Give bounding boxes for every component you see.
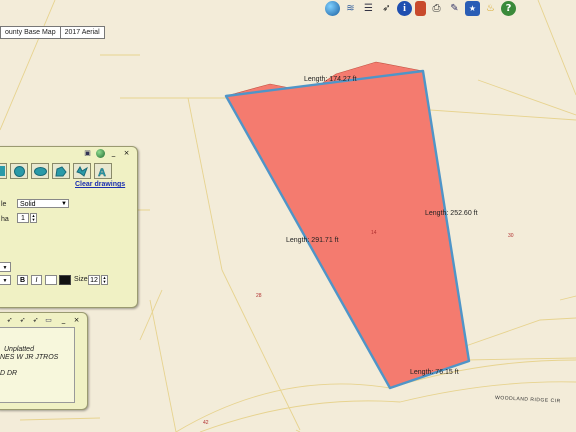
badge-icon[interactable]: ★ [465, 1, 480, 16]
identify-results: Unplatted NES W JR JTROS D DR [0, 327, 75, 403]
tab-county-base-map[interactable]: ounty Base Map [0, 26, 61, 39]
style-select[interactable]: Solid ▼ [17, 199, 69, 208]
alpha-stepper[interactable]: ▲ ▼ [30, 213, 37, 223]
parcel-number-west: 28 [256, 293, 262, 299]
identify-line-1: Unplatted [4, 346, 34, 353]
measure-label-top: Length: 174.27 ft [304, 76, 357, 83]
bold-button[interactable]: B [17, 275, 28, 285]
minimize-icon[interactable]: _ [109, 149, 118, 158]
size-label: Size [74, 276, 88, 283]
style-select-value: Solid [20, 201, 36, 208]
print-icon[interactable]: ⎙ [429, 1, 444, 16]
alpha-input[interactable]: 1 [17, 213, 29, 223]
measure-icon[interactable]: ➶ [5, 316, 14, 325]
italic-button[interactable]: I [31, 275, 42, 285]
drawing-panel: ▣ _ × A Clear drawings le Solid ▼ ha 1 ▲… [0, 146, 138, 308]
globe-icon[interactable] [325, 1, 340, 16]
chevron-down-icon: ▼ [2, 265, 8, 271]
parcel-number-south: 42 [203, 420, 209, 426]
measure-label-left: Length: 291.71 ft [286, 237, 339, 244]
identify-panel: ➶ ➶ ➶ ▭ _ × Unplatted NES W JR JTROS D D… [0, 312, 88, 410]
identify-panel-controls: _ × [59, 316, 81, 325]
rectangle-tool-icon[interactable] [0, 163, 7, 179]
map-toolbar: ≋ ☰ ➶ i ⎙ ✎ ★ ♨ ? [325, 1, 516, 16]
style-label: le [1, 201, 7, 208]
measure-label-right: Length: 252.60 ft [425, 210, 478, 217]
close-icon[interactable]: × [122, 149, 131, 158]
font-select[interactable]: ▼ [0, 262, 11, 272]
info-icon[interactable]: i [397, 1, 412, 16]
measure-icon[interactable]: ➶ [31, 316, 40, 325]
minimize-icon[interactable]: _ [59, 316, 68, 325]
size-input[interactable]: 12 [88, 275, 100, 285]
tools-icon[interactable]: ✎ [447, 1, 462, 16]
text-tool-icon[interactable]: A [94, 163, 112, 179]
layers-icon[interactable]: ≋ [343, 1, 358, 16]
tab-aerial[interactable]: 2017 Aerial [60, 26, 105, 39]
measure-icon[interactable]: ➶ [379, 1, 394, 16]
legend-icon[interactable]: ☰ [361, 1, 376, 16]
alpha-label: ha [1, 216, 9, 223]
size-stepper[interactable]: ▲ ▼ [101, 275, 108, 285]
globe-icon[interactable] [96, 149, 105, 158]
chevron-down-icon: ▼ [61, 201, 67, 207]
measure-label-bottom: Length: 76.15 ft [410, 369, 459, 376]
basemap-tabs: ounty Base Map 2017 Aerial [0, 26, 105, 39]
identify-tools: ➶ ➶ ➶ ▭ [5, 316, 53, 325]
close-icon[interactable]: × [72, 316, 81, 325]
window-icon[interactable]: ▭ [44, 316, 53, 325]
text-color-swatch[interactable] [45, 275, 57, 285]
lightbulb-icon[interactable]: ♨ [483, 1, 498, 16]
help-icon[interactable]: ? [501, 1, 516, 16]
identify-line-3: D DR [0, 370, 18, 377]
outline-color-swatch[interactable] [59, 275, 71, 285]
drawing-panel-controls: ▣ _ × [83, 149, 131, 158]
parcel-number-east: 30 [508, 233, 514, 239]
shape-tools: A [0, 163, 112, 179]
polygon-tool-icon[interactable] [52, 163, 70, 179]
ellipse-tool-icon[interactable] [31, 163, 49, 179]
bookmark-icon[interactable] [415, 1, 426, 16]
svg-text:A: A [98, 167, 106, 177]
chevron-down-icon: ▼ [2, 278, 8, 284]
circle-tool-icon[interactable] [10, 163, 28, 179]
clear-drawings-link[interactable]: Clear drawings [75, 181, 125, 188]
save-icon[interactable]: ▣ [83, 149, 92, 158]
parcel-number-inside: 14 [371, 230, 377, 236]
font-dropdown[interactable]: ▼ [0, 275, 11, 285]
measure-icon[interactable]: ➶ [18, 316, 27, 325]
identify-line-2: NES W JR JTROS [0, 354, 59, 361]
freehand-tool-icon[interactable] [73, 163, 91, 179]
